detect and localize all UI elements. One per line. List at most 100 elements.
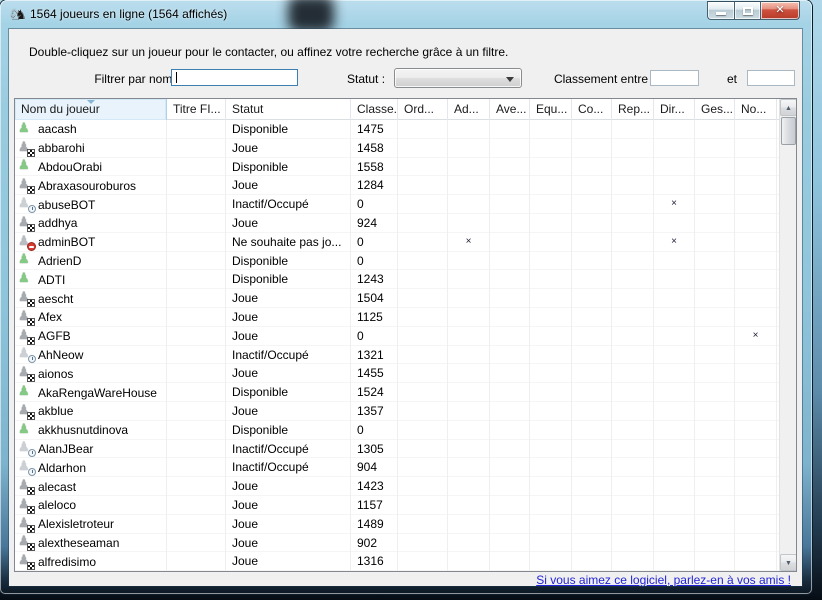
flag-no [735,120,777,139]
table-row[interactable]: ♟AlanJBearInactif/Occupé1305 [15,440,779,459]
player-title [167,289,226,308]
title-bar[interactable]: ♘♞ 1564 joueurs en ligne (1564 affichés) [0,0,812,29]
table-row[interactable]: ♟AhNeowInactif/Occupé1321 [15,346,779,365]
table-row[interactable]: ♟alfredisimoJoue1316 [15,552,779,571]
table-row[interactable]: ♟AbraxasouroburosJoue1284 [15,176,779,195]
table-row[interactable]: ♟aionosJoue1455 [15,364,779,383]
flag-ord [398,496,448,515]
flag-equ [530,440,572,459]
flag-rep [612,158,654,177]
table-row[interactable]: ♟AldarhonInactif/Occupé904 [15,458,779,477]
column-header-ges[interactable]: Ges... [695,99,735,120]
table-row[interactable]: ♟AGFBJoue0× [15,327,779,346]
column-header-equ[interactable]: Equ... [530,99,572,120]
name-filter-input[interactable] [171,69,298,86]
scroll-up-button[interactable]: ▲ [780,99,797,116]
player-title [167,515,226,534]
table-row[interactable]: ♟alelocoJoue1157 [15,496,779,515]
flag-ave [490,477,530,496]
player-name: alfredisimo [38,553,96,571]
column-header-label: Nom du joueur [21,102,100,116]
flag-ord [398,195,448,214]
flag-ord [398,402,448,421]
player-name: aleloco [38,496,76,514]
flag-dir [654,534,695,553]
flag-ges [695,270,735,289]
table-row[interactable]: ♟akkhusnutdinovaDisponible0 [15,421,779,440]
flag-rep [612,139,654,158]
player-status: Inactif/Occupé [226,458,351,477]
flag-ges [695,364,735,383]
player-status: Joue [226,477,351,496]
table-row[interactable]: ♟aacashDisponible1475 [15,120,779,139]
flag-equ [530,515,572,534]
flag-equ [530,346,572,365]
table-row[interactable]: ♟AbdouOrabiDisponible1558 [15,158,779,177]
table-row[interactable]: ♟ADTIDisponible1243 [15,270,779,289]
player-rating: 1321 [351,346,398,365]
flag-rep [612,346,654,365]
column-header-no[interactable]: No... [735,99,777,120]
column-header-co[interactable]: Co... [572,99,612,120]
table-row[interactable]: ♟abbarohiJoue1458 [15,139,779,158]
player-status: Joue [226,214,351,233]
name-filter-label: Filtrer par nom : [79,72,179,86]
share-link[interactable]: Si vous aimez ce logiciel, parlez-en à v… [536,573,791,587]
minimize-icon [716,12,726,15]
table-row[interactable]: ♟alextheseamanJoue902 [15,534,779,553]
close-button[interactable]: ✕ [761,1,800,20]
rating-max-input[interactable] [747,70,795,86]
column-header-classement[interactable]: Classe... [351,99,398,120]
available-status-icon: ♟ [18,253,33,268]
player-status: Joue [226,552,351,571]
column-header-name[interactable]: Nom du joueur [15,99,167,120]
player-name: Alexisletroteur [38,515,114,533]
scrollbar-thumb[interactable] [781,117,796,145]
table-row[interactable]: ♟addhyaJoue924 [15,214,779,233]
table-row[interactable]: ♟aeschtJoue1504 [15,289,779,308]
player-status: Inactif/Occupé [226,195,351,214]
flag-no [735,214,777,233]
flag-rep [612,440,654,459]
flag-ad [448,458,490,477]
flag-co [572,139,612,158]
table-row[interactable]: ♟alecastJoue1423 [15,477,779,496]
player-status: Joue [226,364,351,383]
flag-ges [695,158,735,177]
table-row[interactable]: ♟akblueJoue1357 [15,402,779,421]
table-row[interactable]: ♟AdrienDDisponible0 [15,252,779,271]
rating-min-input[interactable] [650,70,699,86]
column-header-ad[interactable]: Ad... [448,99,490,120]
column-header-titre[interactable]: Titre FI... [167,99,226,120]
player-title [167,364,226,383]
table-row[interactable]: ♟abuseBOTInactif/Occupé0× [15,195,779,214]
flag-equ [530,252,572,271]
flag-ave [490,214,530,233]
scroll-down-button[interactable]: ▼ [780,554,797,571]
flag-ad [448,477,490,496]
minimize-button[interactable] [707,1,734,20]
flag-equ [530,270,572,289]
flag-ges [695,534,735,553]
column-header-ave[interactable]: Ave... [490,99,530,120]
flag-ges [695,252,735,271]
table-row[interactable]: ♟AfexJoue1125 [15,308,779,327]
status-dropdown[interactable] [394,68,522,88]
flag-no [735,383,777,402]
column-header-ord[interactable]: Ord... [398,99,448,120]
vertical-scrollbar[interactable]: ▲ ▼ [779,99,796,571]
players-table: Nom du joueur Titre FI...StatutClasse...O… [14,98,797,572]
flag-ges [695,402,735,421]
column-header-statut[interactable]: Statut [226,99,351,120]
table-row[interactable]: ♟AkaRengaWareHouseDisponible1524 [15,383,779,402]
table-row[interactable]: ♟adminBOTNe souhaite pas jo...0×× [15,233,779,252]
flag-co [572,120,612,139]
flag-no [735,252,777,271]
column-header-rep[interactable]: Rep... [612,99,654,120]
table-row[interactable]: ♟AlexisletroteurJoue1489 [15,515,779,534]
available-status-icon: ♟ [18,385,33,400]
maximize-button[interactable] [734,1,761,20]
player-name-cell: ♟abbarohi [15,139,167,158]
player-name-cell: ♟AkaRengaWareHouse [15,383,167,402]
column-header-dir[interactable]: Dir... [654,99,695,120]
